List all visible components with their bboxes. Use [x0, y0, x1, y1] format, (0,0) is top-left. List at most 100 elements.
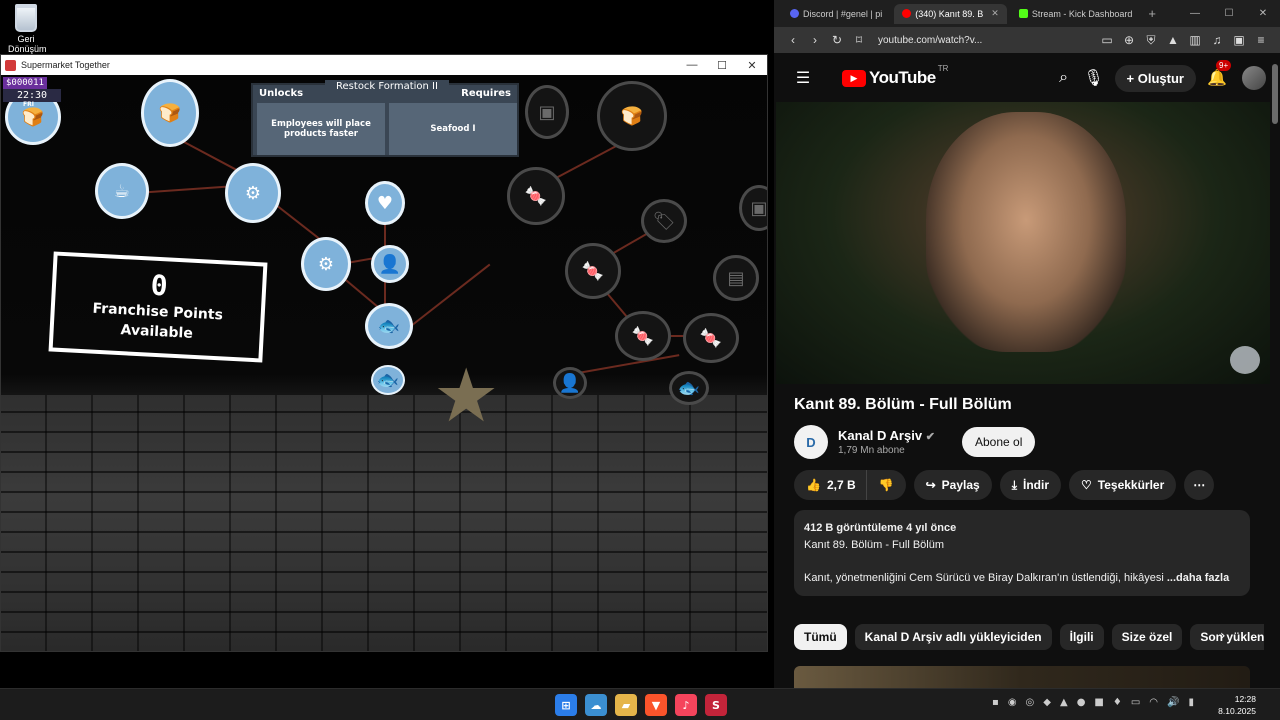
employee-node[interactable]: 👤	[371, 245, 409, 283]
extension-icon[interactable]: ▲	[1162, 33, 1184, 47]
supermarket-together-icon[interactable]: S	[705, 694, 727, 716]
share-button[interactable]: ↪ Paylaş	[913, 470, 992, 500]
chip-recent[interactable]: Son yüklenenler	[1190, 624, 1264, 650]
person-locked-node[interactable]: 👤	[553, 367, 587, 399]
steam-icon[interactable]: ◎	[1026, 697, 1035, 708]
tray-app-icon[interactable]: ■	[1094, 697, 1103, 708]
youtube-logo[interactable]: ▶ YouTube TR	[842, 64, 948, 88]
file-explorer-icon[interactable]: ▰	[615, 694, 637, 716]
start-menu-icon[interactable]: ⊞	[555, 694, 577, 716]
restock-formation-node[interactable]: ⚙	[301, 237, 351, 291]
volume-icon[interactable]: 🔊	[1167, 697, 1179, 708]
tray-app-icon[interactable]: ◉	[1008, 697, 1017, 708]
wallet-icon[interactable]: ▣	[1228, 33, 1250, 47]
microphone-icon[interactable]: 🎙	[1079, 68, 1109, 88]
description-box[interactable]: 412 B görüntüleme 4 yıl önce Kanıt 89. B…	[794, 510, 1250, 596]
back-icon[interactable]: ‹	[782, 33, 804, 47]
browser-maximize-button[interactable]: ☐	[1212, 8, 1246, 19]
bread-node[interactable]: 🍞	[141, 79, 199, 147]
cast-icon[interactable]: ▭	[1096, 33, 1118, 47]
bookmark-icon[interactable]: ⌑	[848, 33, 870, 47]
tab-kick[interactable]: Stream - Kick Dashboard	[1011, 4, 1141, 24]
browser-close-button[interactable]: ✕	[1246, 8, 1280, 19]
candy-node[interactable]: 🍬	[683, 313, 739, 363]
tag-node[interactable]: 🏷	[641, 199, 687, 243]
tray-app-icon[interactable]: ◆	[1043, 697, 1051, 708]
close-button[interactable]: ✕	[737, 59, 767, 72]
maximize-button[interactable]: ☐	[707, 59, 737, 72]
notifications-bell-icon[interactable]: 🔔 9+	[1202, 60, 1232, 88]
minimize-button[interactable]: —	[677, 59, 707, 71]
heart-node[interactable]: ♥	[365, 181, 405, 225]
candy-node[interactable]: 🍬	[615, 311, 671, 361]
seafood-next-node[interactable]: 🐟	[371, 365, 405, 395]
restock-node[interactable]: ⚙	[225, 163, 281, 223]
tab-youtube[interactable]: (340) Kanıt 89. B ✕	[894, 3, 1007, 24]
show-more-link[interactable]: ...daha fazla	[1167, 572, 1229, 584]
zoom-icon[interactable]: ⊕	[1118, 33, 1140, 47]
tray-app-icon[interactable]: ●	[1077, 697, 1086, 708]
card-node[interactable]: ▤	[713, 255, 759, 301]
like-button[interactable]: 👍 2,7 B	[794, 470, 866, 500]
create-button[interactable]: + Oluştur	[1114, 64, 1196, 92]
tab-discord[interactable]: Discord | #genel | pi	[782, 4, 890, 24]
chip-related[interactable]: İlgili	[1059, 624, 1104, 650]
taskbar-clock[interactable]: 12:28 8.10.2025	[1218, 693, 1256, 717]
shield-icon[interactable]: ⛨	[1140, 33, 1162, 48]
tray-app-icon[interactable]: ♦	[1113, 697, 1122, 708]
next-video-thumbnail[interactable]	[794, 666, 1250, 688]
game-titlebar[interactable]: Supermarket Together — ☐ ✕	[1, 55, 767, 75]
tray-app-icon[interactable]: ▲	[1060, 697, 1068, 708]
new-tab-button[interactable]: +	[1148, 6, 1156, 21]
more-actions-icon[interactable]: ⋯	[1184, 470, 1215, 500]
cup-node[interactable]: ☕	[95, 163, 149, 219]
fish-locked-node[interactable]: 🐟	[669, 371, 709, 405]
taskbar: ⊞ ☁ ▰ ▼ ♪ S ▪ ◉ ◎ ◆ ▲ ● ■ ♦ ▭ ◠ 🔊 ▮ 12:2…	[0, 688, 1280, 720]
candy-node[interactable]: 🍬	[507, 167, 565, 225]
game-window[interactable]: Supermarket Together — ☐ ✕ 🍞 🍞 ☕ ⚙ ♥ ⚙ 👤…	[0, 54, 768, 652]
download-button[interactable]: ⤓ İndir	[999, 470, 1062, 500]
tooltip-unlocks-label: Unlocks	[259, 88, 304, 99]
user-avatar[interactable]	[1242, 66, 1266, 90]
close-tab-icon[interactable]: ✕	[991, 8, 999, 19]
wifi-icon[interactable]: ◠	[1149, 697, 1158, 708]
tooltip-title: Restock Formation II	[325, 80, 449, 93]
bread-locked-node[interactable]: 🍞	[597, 81, 667, 151]
browser-minimize-button[interactable]: —	[1178, 8, 1212, 19]
reload-icon[interactable]: ↻	[826, 33, 848, 47]
brave-browser-icon[interactable]: ▼	[645, 694, 667, 716]
thumbs-up-icon: 👍	[806, 478, 821, 492]
url-field[interactable]: youtube.com/watch?v...	[878, 35, 1096, 46]
page-scrollbar[interactable]	[1272, 56, 1278, 688]
sidebar-icon[interactable]: ▥	[1184, 33, 1206, 47]
box-locked-node[interactable]: ▣	[739, 185, 767, 231]
channel-avatar[interactable]: D	[794, 425, 828, 459]
music-icon[interactable]: ♫	[1206, 33, 1228, 47]
box-node[interactable]: ▣	[525, 85, 569, 139]
chevron-right-icon[interactable]: ›	[1220, 628, 1226, 644]
menu-icon[interactable]: ≡	[1250, 33, 1272, 47]
battery-icon[interactable]: ▮	[1188, 697, 1194, 708]
chip-all[interactable]: Tümü	[794, 624, 847, 650]
search-icon[interactable]: ⌕	[1049, 69, 1079, 87]
channel-name[interactable]: Kanal D Arşiv ✔	[838, 428, 948, 443]
display-icon[interactable]: ▭	[1131, 697, 1140, 708]
chip-for-you[interactable]: Size özel	[1111, 624, 1183, 650]
hamburger-menu-icon[interactable]: ☰	[788, 68, 818, 88]
dislike-button[interactable]: 👎	[865, 470, 906, 500]
thanks-button[interactable]: ♡ Teşekkürler	[1069, 470, 1177, 500]
subscriber-count: 1,79 Mn abone	[838, 445, 905, 456]
subscribe-button[interactable]: Abone ol	[962, 427, 1036, 457]
heart-dollar-icon: ♡	[1081, 478, 1092, 492]
tray-app-icon[interactable]: ▪	[992, 697, 999, 708]
candy-node[interactable]: 🍬	[565, 243, 621, 299]
forward-icon[interactable]: ›	[804, 33, 826, 47]
music-app-icon[interactable]: ♪	[675, 694, 697, 716]
recycle-bin-shortcut[interactable]: Geri Dönüşüm	[8, 4, 47, 54]
chip-uploader[interactable]: Kanal D Arşiv adlı yükleyiciden	[854, 624, 1052, 650]
video-player[interactable]	[776, 102, 1270, 384]
game-viewport[interactable]: 🍞 🍞 ☕ ⚙ ♥ ⚙ 👤 🐟 🐟 ▣ 🍞 🍬 🏷 🍬 🍬 🍬 ▤ 👤 🐟 ▣ …	[1, 75, 767, 651]
browser-window[interactable]: Discord | #genel | pi (340) Kanıt 89. B …	[774, 0, 1280, 688]
seafood-node[interactable]: 🐟	[365, 303, 413, 349]
widgets-icon[interactable]: ☁	[585, 694, 607, 716]
